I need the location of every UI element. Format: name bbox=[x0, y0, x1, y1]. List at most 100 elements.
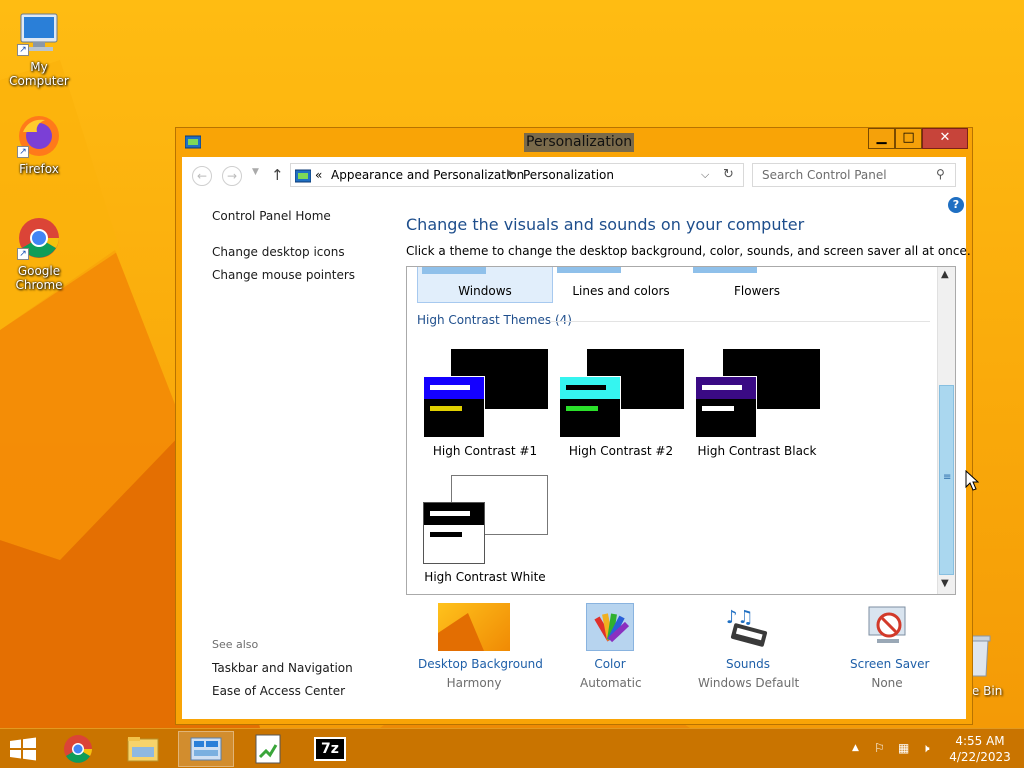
minimize-button[interactable]: ▁ bbox=[868, 128, 895, 149]
shortcut-arrow-icon: ↗ bbox=[17, 248, 29, 260]
desktop-icon-label: Firefox bbox=[19, 162, 59, 176]
theme-thumbnail bbox=[422, 267, 486, 274]
computer-icon: ↗ bbox=[15, 10, 63, 58]
theme-thumbnail-dialog bbox=[423, 502, 485, 564]
volume-muted-icon[interactable]: 🕨 bbox=[922, 741, 930, 756]
sidebar-link-control-panel-home[interactable]: Control Panel Home bbox=[212, 209, 331, 223]
taskbar-7-zip[interactable]: 7z bbox=[302, 731, 358, 767]
taskbar: 7z ▲ ⚐ ▦ 🕨 4:55 AM 4/22/2023 bbox=[0, 728, 1024, 768]
maximize-button[interactable]: □ bbox=[895, 128, 922, 149]
theme-accent-bar bbox=[430, 406, 462, 411]
notepad-icon bbox=[255, 734, 281, 764]
window-client: ← → ▼ ↑ « Appearance and Personalization… bbox=[182, 157, 971, 719]
taskbar-control-panel[interactable] bbox=[178, 731, 234, 767]
network-icon[interactable]: ▦ bbox=[898, 741, 909, 755]
theme-list-scrollbar[interactable]: ▲ ≡ ▼ bbox=[937, 267, 955, 594]
grip-icon: ≡ bbox=[943, 472, 952, 483]
theme-label-lines-and-colors: Lines and colors bbox=[572, 284, 670, 298]
breadcrumb[interactable]: « Appearance and Personalization ▶ Perso… bbox=[290, 163, 744, 187]
desktop-background-button[interactable]: Desktop Background Harmony bbox=[418, 603, 543, 690]
search-icon[interactable]: ⚲ bbox=[936, 167, 945, 181]
chrome-icon: ↗ bbox=[15, 214, 63, 262]
theme-label-flowers: Flowers bbox=[734, 284, 780, 298]
7zip-icon: 7z bbox=[314, 737, 346, 761]
control-panel-icon bbox=[294, 168, 312, 183]
theme-label-windows: Windows bbox=[458, 284, 512, 298]
color-label[interactable]: Color bbox=[580, 657, 640, 671]
sounds-icon: ♪♫ bbox=[724, 603, 772, 651]
desktop-icon-my-computer[interactable]: ↗ My Computer bbox=[0, 10, 78, 88]
7zip-label: 7z bbox=[321, 741, 339, 757]
theme-label-high-contrast-black: High Contrast Black bbox=[697, 444, 817, 458]
sounds-value: Windows Default bbox=[698, 676, 800, 690]
search-input[interactable]: Search Control Panel ⚲ bbox=[752, 163, 956, 187]
color-palette-icon bbox=[586, 603, 634, 651]
scroll-thumb[interactable]: ≡ bbox=[939, 385, 954, 575]
taskbar-notepad-plus-plus[interactable] bbox=[240, 731, 296, 767]
window-title: Personalization bbox=[524, 133, 635, 152]
address-bar: ← → ▼ ↑ « Appearance and Personalization… bbox=[182, 157, 966, 193]
theme-accent-bar bbox=[566, 406, 598, 411]
screen-saver-button[interactable]: Screen Saver None bbox=[850, 603, 929, 690]
title-bar[interactable]: Personalization ▁ □ ✕ bbox=[176, 128, 972, 157]
see-also-ease-of-access[interactable]: Ease of Access Center bbox=[212, 684, 345, 698]
theme-thumbnail bbox=[693, 267, 757, 273]
sidebar-link-change-desktop-icons[interactable]: Change desktop icons bbox=[212, 245, 345, 259]
desktop-background-label[interactable]: Desktop Background bbox=[418, 657, 543, 671]
breadcrumb-appearance[interactable]: Appearance and Personalization bbox=[331, 168, 524, 182]
refresh-icon[interactable]: ↻ bbox=[723, 167, 734, 182]
search-placeholder: Search Control Panel bbox=[762, 168, 887, 182]
breadcrumb-personalization[interactable]: Personalization bbox=[523, 168, 614, 182]
sounds-button[interactable]: ♪♫ Sounds Windows Default bbox=[698, 603, 800, 690]
clock-date[interactable]: 4/22/2023 bbox=[945, 750, 1015, 764]
show-hidden-icons-icon[interactable]: ▲ bbox=[852, 743, 859, 753]
color-button[interactable]: Color Automatic bbox=[580, 603, 642, 690]
start-button[interactable] bbox=[8, 737, 38, 761]
theme-accent-bar bbox=[702, 406, 734, 411]
desktop-background-value: Harmony bbox=[446, 676, 502, 690]
page-title: Change the visuals and sounds on your co… bbox=[406, 215, 805, 234]
back-button[interactable]: ← bbox=[192, 166, 212, 186]
taskbar-file-explorer[interactable] bbox=[114, 731, 170, 767]
high-contrast-group-title[interactable]: High Contrast Themes (4) bbox=[417, 313, 572, 327]
personalization-window: Personalization ▁ □ ✕ ← → ▼ ↑ « Appearan… bbox=[175, 127, 973, 725]
theme-label-high-contrast-1: High Contrast #1 bbox=[432, 444, 538, 458]
breadcrumb-prefix: « bbox=[315, 168, 323, 182]
sidebar-link-change-mouse-pointers[interactable]: Change mouse pointers bbox=[212, 268, 355, 282]
screen-saver-value: None bbox=[871, 676, 903, 690]
chevron-down-icon[interactable]: ⌵ bbox=[701, 168, 709, 182]
theme-bar bbox=[702, 385, 742, 390]
theme-label-high-contrast-white: High Contrast White bbox=[424, 570, 546, 584]
firefox-icon: ↗ bbox=[15, 112, 63, 160]
color-value: Automatic bbox=[580, 676, 642, 690]
theme-thumbnail-dialog bbox=[559, 376, 621, 438]
theme-bar bbox=[566, 385, 606, 390]
windows-logo-icon bbox=[10, 737, 36, 761]
desktop-icon-google-chrome[interactable]: ↗ Google Chrome bbox=[0, 214, 78, 292]
desktop-icon-firefox[interactable]: ↗ Firefox bbox=[0, 112, 78, 176]
theme-thumbnail-dialog bbox=[423, 376, 485, 438]
recent-pages-dropdown[interactable]: ▼ bbox=[252, 167, 259, 177]
breadcrumb-separator-icon[interactable]: ▶ bbox=[507, 168, 515, 179]
flag-icon[interactable]: ⚐ bbox=[874, 741, 885, 755]
folder-icon bbox=[127, 737, 159, 762]
forward-button[interactable]: → bbox=[222, 166, 242, 186]
theme-thumbnail bbox=[557, 267, 621, 273]
see-also-taskbar-navigation[interactable]: Taskbar and Navigation bbox=[212, 661, 353, 675]
theme-bar bbox=[430, 385, 470, 390]
shortcut-arrow-icon: ↗ bbox=[17, 146, 29, 158]
theme-label-high-contrast-2: High Contrast #2 bbox=[568, 444, 674, 458]
help-icon[interactable]: ? bbox=[948, 197, 964, 213]
close-button[interactable]: ✕ bbox=[922, 128, 968, 149]
taskbar-chrome[interactable] bbox=[50, 731, 106, 767]
clock-time[interactable]: 4:55 AM bbox=[945, 734, 1015, 748]
chrome-icon bbox=[64, 735, 92, 763]
screen-saver-label[interactable]: Screen Saver bbox=[850, 657, 929, 671]
theme-accent-bar bbox=[430, 532, 462, 537]
mouse-cursor-icon bbox=[965, 469, 980, 496]
scroll-down-icon[interactable]: ▼ bbox=[941, 578, 949, 589]
up-button[interactable]: ↑ bbox=[271, 166, 284, 184]
scroll-up-icon[interactable]: ▲ bbox=[941, 269, 949, 280]
sounds-label[interactable]: Sounds bbox=[698, 657, 798, 671]
see-also-title: See also bbox=[212, 638, 259, 651]
